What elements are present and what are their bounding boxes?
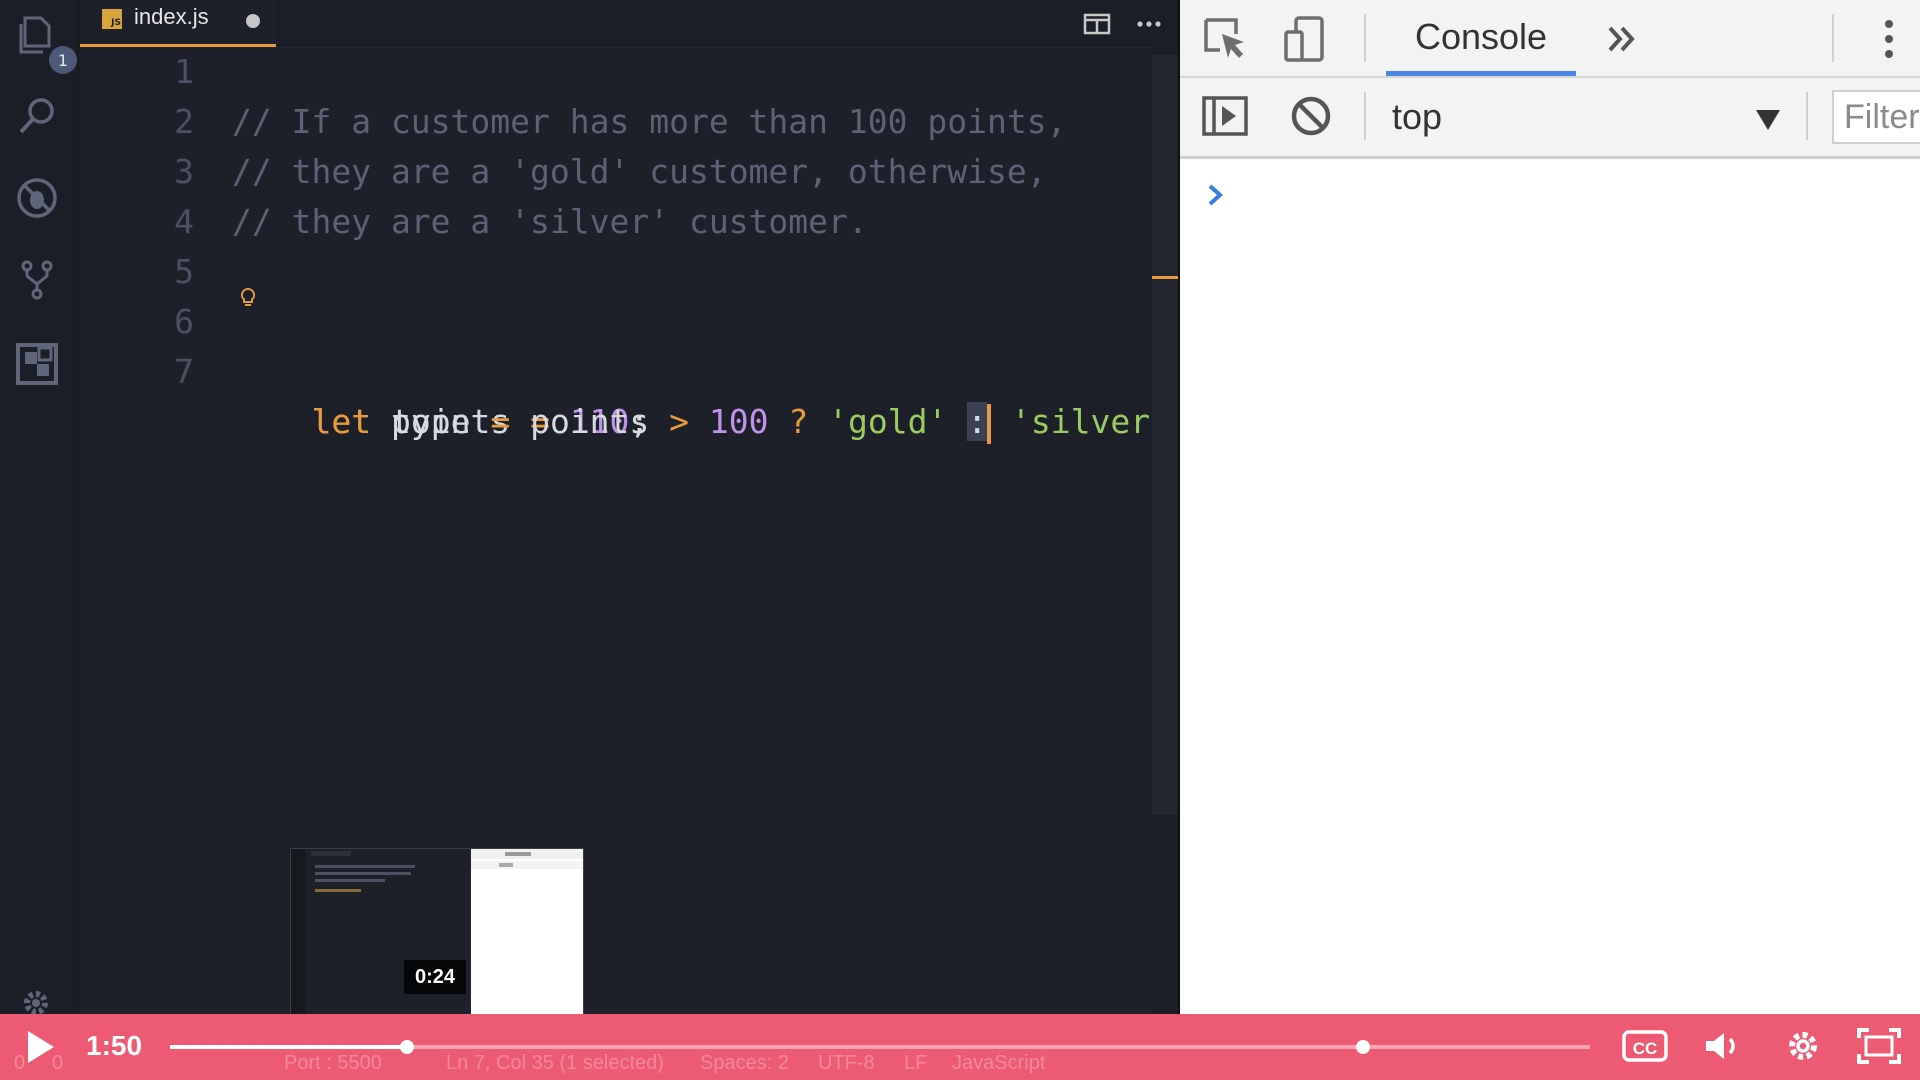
line-number: 6 xyxy=(174,302,194,341)
source-control-icon[interactable] xyxy=(15,258,59,302)
status-indentation: Spaces: 2 xyxy=(700,1052,789,1074)
tab-console-label: Console xyxy=(1414,16,1548,57)
volume-icon[interactable] xyxy=(1700,1026,1746,1066)
operator: ? xyxy=(788,402,809,441)
line-number: 7 xyxy=(174,352,194,391)
code-line-6: let points = 110; xyxy=(232,287,649,441)
play-icon[interactable] xyxy=(22,1028,58,1066)
tab-label: index.js xyxy=(134,4,209,29)
device-toolbar-icon[interactable] xyxy=(1280,14,1330,64)
keyword: let xyxy=(311,402,372,441)
string-literal: 'gold' xyxy=(828,402,948,441)
line-number: 3 xyxy=(174,152,194,191)
filter-field[interactable] xyxy=(1832,90,1920,144)
toolbar-divider xyxy=(1832,14,1834,62)
status-port: Port : 5500 xyxy=(284,1052,382,1074)
editor-scrollbar-thumb[interactable] xyxy=(1152,55,1178,815)
tab-index-js[interactable]: JS index.js xyxy=(80,0,276,47)
line-number: 1 xyxy=(174,52,194,91)
string-literal: 'silver' xyxy=(1011,402,1170,441)
show-sidebar-icon[interactable] xyxy=(1200,92,1250,142)
devtools-panel: Console top xyxy=(1180,0,1920,1014)
inspect-element-icon[interactable] xyxy=(1200,14,1250,64)
progress-track[interactable] xyxy=(170,1045,1590,1049)
console-toolbar xyxy=(1180,78,1920,159)
activity-bar: 1 xyxy=(0,0,79,1015)
settings-icon[interactable] xyxy=(1780,1026,1826,1066)
explorer-icon[interactable]: 1 xyxy=(15,12,77,74)
search-icon[interactable] xyxy=(15,94,59,138)
devtools-menu-icon[interactable] xyxy=(1864,14,1914,64)
closed-captions-icon[interactable]: CC xyxy=(1622,1026,1668,1066)
line-number: 4 xyxy=(174,202,194,241)
operator: = xyxy=(490,402,511,441)
clear-console-icon[interactable] xyxy=(1286,92,1336,142)
status-cursor-position: Ln 7, Col 35 (1 selected) xyxy=(446,1052,664,1074)
context-dropdown-icon[interactable] xyxy=(1754,108,1782,132)
status-eol: LF xyxy=(904,1052,928,1074)
toolbar-divider xyxy=(1364,14,1366,62)
selected-colon: : xyxy=(967,402,988,441)
line-number: 5 xyxy=(174,252,194,291)
unsaved-dot-icon[interactable] xyxy=(246,14,260,28)
code-line-4: // they are a 'silver' customer. xyxy=(232,202,868,241)
progress-played xyxy=(170,1045,408,1049)
split-editor-icon[interactable] xyxy=(1079,6,1115,42)
editor-tab-bar: JS index.js xyxy=(79,0,1178,48)
text-caret xyxy=(987,403,992,444)
toolbar-divider xyxy=(1806,92,1808,140)
preview-timestamp: 0:24 xyxy=(404,960,466,994)
line-number: 2 xyxy=(174,102,194,141)
javascript-file-icon: JS xyxy=(102,9,122,29)
current-time: 1:50 xyxy=(86,1030,143,1061)
cursor-position-marker xyxy=(1152,276,1178,279)
code-line-7: let type = points > 100 ? 'gold' : 'silv… xyxy=(232,347,1190,444)
code-line-2: // If a customer has more than 100 point… xyxy=(232,102,1067,141)
code-line-3: // they are a 'gold' customer, otherwise… xyxy=(232,152,1047,191)
status-encoding: UTF-8 xyxy=(818,1052,875,1074)
status-language: JavaScript xyxy=(952,1052,1046,1074)
debug-icon[interactable] xyxy=(15,176,59,220)
more-tabs-chevron-icon[interactable] xyxy=(1598,14,1648,64)
filter-input[interactable] xyxy=(1834,92,1920,142)
operator: > xyxy=(669,402,690,441)
devtools-toolbar: Console xyxy=(1180,0,1920,78)
explorer-badge: 1 xyxy=(49,46,77,74)
console-prompt-chevron-icon[interactable] xyxy=(1204,180,1228,210)
number-literal: 100 xyxy=(708,402,769,441)
identifier: type xyxy=(390,402,471,441)
context-selector[interactable]: top xyxy=(1392,96,1442,138)
extensions-icon[interactable] xyxy=(15,342,59,386)
fullscreen-icon[interactable] xyxy=(1856,1026,1902,1066)
line-number-gutter: 1 2 3 4 5 6 7 xyxy=(79,47,194,1014)
lightbulb-icon[interactable] xyxy=(238,287,258,309)
tab-console[interactable]: Console xyxy=(1386,0,1576,76)
buffered-marker xyxy=(1355,1040,1370,1054)
identifier: points xyxy=(530,402,650,441)
svg-text:CC: CC xyxy=(1633,1039,1658,1058)
more-actions-icon[interactable] xyxy=(1131,6,1167,42)
preview-devtools-pane xyxy=(471,849,583,1015)
toolbar-divider xyxy=(1364,92,1366,140)
